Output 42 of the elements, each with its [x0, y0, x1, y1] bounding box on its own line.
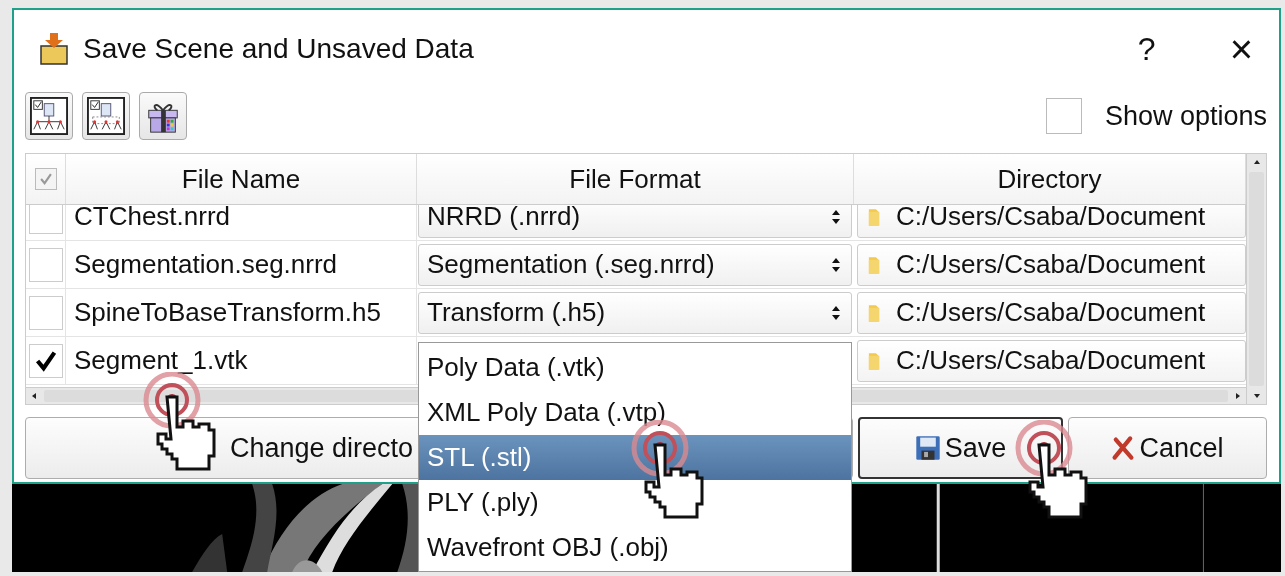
file-name-cell: Segmentation.seg.nrrd — [66, 241, 417, 288]
file-name-cell: Segment_1.vtk — [66, 337, 417, 384]
window-title: Save Scene and Unsaved Data — [83, 33, 474, 65]
help-button[interactable]: ? — [1113, 30, 1180, 68]
directory-field[interactable]: C:/Users/Csaba/Document — [857, 291, 1246, 334]
scene-tree-icon[interactable] — [82, 92, 130, 140]
directory-field[interactable]: C:/Users/Csaba/Document — [857, 339, 1246, 382]
row-checkbox[interactable] — [28, 247, 63, 282]
scroll-right-icon[interactable] — [1234, 392, 1242, 400]
checkmark-icon — [38, 172, 53, 186]
format-option[interactable]: XML Poly Data (.vtp) — [419, 390, 851, 435]
spinner-icon — [831, 256, 841, 273]
scene-tree-icon[interactable] — [25, 92, 73, 140]
column-header[interactable]: File Format — [417, 154, 854, 204]
file-format-combo[interactable]: NRRD (.nrrd) — [418, 205, 852, 238]
cancel-button[interactable]: Cancel — [1068, 417, 1267, 479]
column-header[interactable]: File Name — [66, 154, 417, 204]
row-checkbox[interactable] — [28, 295, 63, 330]
show-options-label: Show options — [1104, 100, 1267, 132]
spinner-icon — [831, 208, 841, 225]
file-format-combo[interactable]: Segmentation (.seg.nrrd) — [418, 243, 852, 286]
format-option[interactable]: PLY (.ply) — [419, 480, 851, 525]
close-button[interactable]: × — [1193, 26, 1267, 72]
file-format-combo[interactable]: Transform (.h5) — [418, 291, 852, 334]
file-name-cell: SpineToBaseTransform.h5 — [66, 289, 417, 336]
scroll-down-icon[interactable] — [1252, 392, 1261, 400]
row-checkbox[interactable] — [28, 205, 63, 234]
scroll-up-icon[interactable] — [1252, 158, 1261, 166]
vertical-scrollbar[interactable] — [1246, 154, 1266, 404]
format-option[interactable]: Poly Data (.vtk) — [419, 345, 851, 390]
row-checkbox[interactable] — [28, 343, 63, 378]
show-options-checkbox[interactable] — [1045, 98, 1082, 134]
format-option[interactable]: Wavefront OBJ (.obj) — [419, 525, 851, 570]
directory-field[interactable]: C:/Users/Csaba/Document — [857, 243, 1246, 286]
directory-field[interactable]: C:/Users/Csaba/Document — [857, 205, 1246, 238]
scroll-left-icon[interactable] — [30, 392, 38, 400]
format-option[interactable]: STL (.stl) — [419, 435, 851, 480]
file-name-cell: CTChest.nrrd — [66, 205, 417, 240]
save-folder-icon — [39, 32, 69, 66]
gift-box-icon[interactable] — [139, 92, 187, 140]
spinner-icon — [831, 304, 841, 321]
cross-icon — [1111, 435, 1136, 461]
